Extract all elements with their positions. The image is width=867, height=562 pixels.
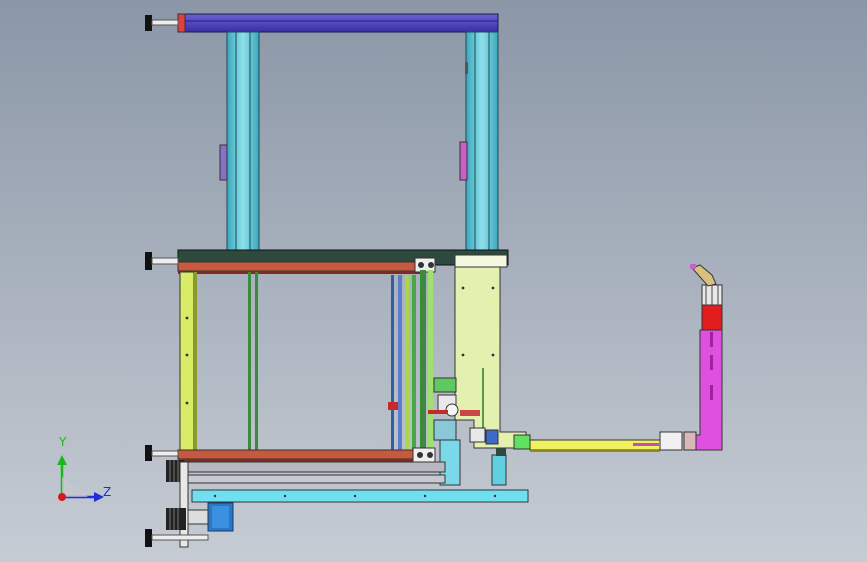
y-axis-label: Y: [59, 435, 67, 449]
low-foot-stem: [151, 450, 179, 457]
mid-foot-pad: [145, 252, 152, 270]
column-bracket: [459, 141, 468, 181]
side-plate[interactable]: [454, 254, 527, 449]
right-upper-column[interactable]: [459, 31, 499, 253]
column-bracket: [219, 144, 228, 181]
axis-triad-graphic: [57, 455, 104, 502]
low-foot-pad: [145, 445, 152, 461]
top-rail-endcap: [177, 13, 186, 33]
top-foot-stem: [151, 19, 179, 26]
top-foot-pad: [145, 15, 152, 31]
red-block: [701, 304, 723, 331]
vertical-magenta-arm[interactable]: [690, 264, 723, 451]
middle-frame[interactable]: [145, 249, 509, 274]
left-lime-column[interactable]: [179, 271, 197, 453]
horizontal-arm[interactable]: [513, 431, 697, 452]
bottom-foot[interactable]: [145, 529, 209, 547]
z-axis-label: Z: [103, 485, 112, 499]
stepper-motor[interactable]: [166, 502, 234, 532]
left-upper-column[interactable]: [219, 31, 260, 253]
cad-viewport[interactable]: Y Z: [0, 0, 867, 562]
axis-triad: Y Z: [40, 435, 120, 515]
top-rail: [177, 13, 499, 33]
top-rail-assembly[interactable]: [145, 13, 499, 33]
cad-model-view[interactable]: [0, 0, 867, 562]
mid-foot-stem: [151, 257, 179, 265]
inner-green-rods: [248, 270, 433, 450]
